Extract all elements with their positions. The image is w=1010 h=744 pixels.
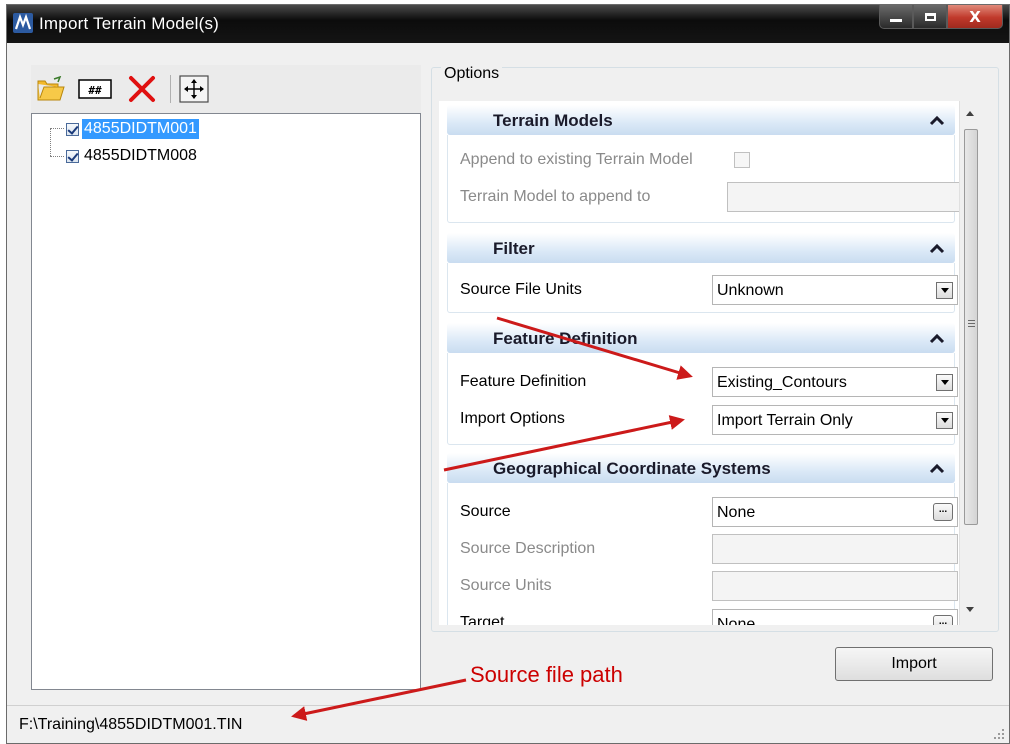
annotation-arrow [496, 316, 693, 380]
annotation-label: Source file path [470, 662, 623, 687]
annotation-arrow [291, 678, 467, 721]
annotation-arrow [443, 415, 685, 472]
annotation-overlay [291, 316, 693, 721]
